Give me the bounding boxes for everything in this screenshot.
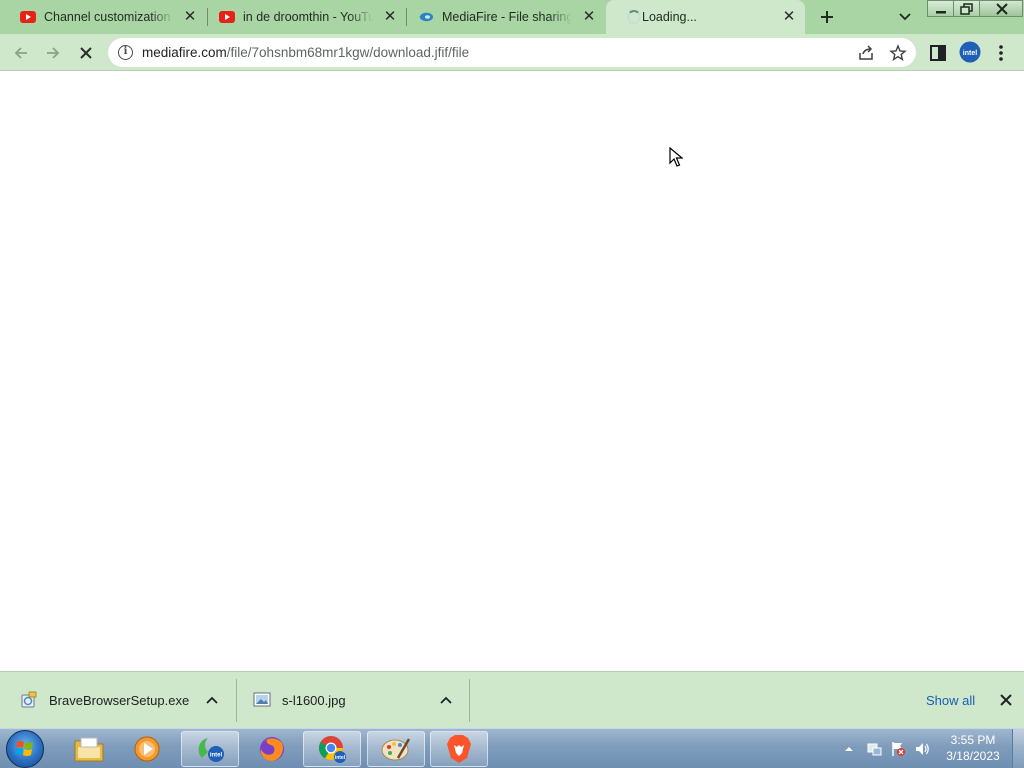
action-center-warning-icon[interactable] [890, 741, 906, 757]
start-button[interactable] [6, 730, 44, 768]
chevron-up-icon[interactable] [205, 694, 219, 706]
tab-title: Channel customization - [44, 10, 174, 24]
taskbar-brave[interactable] [430, 731, 488, 767]
svg-text:intel: intel [210, 753, 223, 759]
volume-icon[interactable] [914, 741, 930, 757]
network-icon[interactable] [866, 741, 882, 757]
restore-button[interactable] [953, 0, 980, 17]
star-icon [889, 44, 907, 62]
windows-taskbar: intel intel 3:55 PM 3/18/2023 [0, 728, 1024, 768]
image-file-icon [253, 692, 271, 707]
url-host: mediafire.com [142, 45, 227, 60]
taskbar-firefox[interactable] [243, 731, 301, 767]
tab-mediafire[interactable]: MediaFire - File sharing a ✕ [398, 0, 605, 34]
url-path: /file/7ohsnbm68mr1kgw/download.jfif/file [226, 45, 470, 60]
mouse-cursor-icon [669, 147, 683, 167]
tab-strip: Channel customization - ✕ in de droomthi… [0, 0, 1024, 34]
mediafire-icon [418, 9, 434, 25]
download-filename: s-l1600.jpg [282, 693, 346, 708]
clock-time: 3:55 PM [950, 733, 996, 747]
taskbar-explorer[interactable] [60, 731, 118, 767]
minimize-button[interactable] [927, 0, 954, 17]
close-icon[interactable]: ✕ [781, 9, 797, 25]
taskbar-chrome[interactable]: intel [303, 731, 361, 767]
download-separator [469, 679, 470, 722]
arrow-right-icon [47, 47, 60, 59]
profile-avatar[interactable]: intel [959, 41, 981, 63]
download-item-image[interactable]: s-l1600.jpg [237, 672, 469, 729]
svg-text:intel: intel [335, 755, 346, 761]
taskbar-media-player[interactable] [118, 731, 176, 767]
intel-profile-icon: intel [959, 41, 981, 63]
browser-menu-button[interactable] [993, 43, 1009, 63]
forward-button[interactable] [40, 40, 66, 66]
clock-date: 3/18/2023 [946, 749, 1000, 763]
close-icon [996, 3, 1008, 15]
address-url[interactable]: mediafire.com/file/7ohsnbm68mr1kgw/downl… [142, 38, 469, 67]
side-panel-button[interactable] [928, 43, 948, 63]
chevron-up-icon[interactable] [439, 694, 453, 706]
show-desktop-button[interactable] [1012, 729, 1024, 768]
tab-title: Loading... [642, 10, 697, 24]
youtube-icon [20, 9, 36, 25]
arrow-left-icon [14, 47, 27, 59]
show-hidden-icons-icon[interactable] [843, 743, 855, 755]
tab-search-button[interactable] [895, 8, 915, 26]
intel-app-icon: intel [198, 738, 224, 762]
close-icon[interactable]: ✕ [182, 9, 198, 25]
plus-icon [821, 11, 833, 23]
brave-lion-icon [447, 735, 471, 763]
tab-loading[interactable]: Loading... ✕ [606, 0, 805, 34]
folder-icon [74, 737, 104, 762]
tab-title: MediaFire - File sharing a [442, 10, 572, 24]
taskbar-paint[interactable] [367, 731, 425, 767]
loading-spinner-icon [626, 9, 642, 25]
chevron-down-icon [899, 13, 911, 21]
browser-toolbar: i mediafire.com/file/7ohsnbm68mr1kgw/dow… [0, 34, 1024, 71]
share-button[interactable] [857, 44, 875, 62]
address-bar[interactable]: i mediafire.com/file/7ohsnbm68mr1kgw/dow… [108, 38, 916, 67]
site-info-icon[interactable]: i [118, 45, 133, 60]
kebab-menu-icon [999, 45, 1003, 61]
paint-palette-icon [381, 738, 411, 761]
installer-icon [21, 691, 37, 708]
close-icon[interactable] [998, 692, 1014, 708]
restore-icon [960, 3, 973, 15]
taskbar-intel-app[interactable]: intel [181, 731, 239, 767]
show-all-downloads-link[interactable]: Show all [926, 672, 975, 729]
share-icon [859, 45, 873, 60]
tab-channel-customization[interactable]: Channel customization - ✕ [0, 0, 206, 34]
side-panel-icon [930, 45, 946, 61]
close-icon[interactable]: ✕ [581, 9, 597, 25]
media-player-icon [134, 736, 160, 762]
new-tab-button[interactable] [815, 5, 839, 29]
download-filename: BraveBrowserSetup.exe [49, 693, 190, 708]
tab-title: in de droomthin - YouTube [243, 10, 373, 24]
bookmark-button[interactable] [889, 44, 907, 62]
download-item-brave-setup[interactable]: BraveBrowserSetup.exe [0, 672, 236, 729]
download-shelf: BraveBrowserSetup.exe s-l1600.jpg Show a… [0, 671, 1024, 728]
close-icon[interactable]: ✕ [382, 9, 398, 25]
stop-icon [80, 47, 92, 59]
minimize-icon [936, 11, 946, 14]
youtube-icon [219, 9, 235, 25]
svg-text:intel: intel [963, 50, 977, 57]
windows-logo-icon [15, 741, 33, 756]
firefox-icon [260, 737, 284, 761]
page-content-blank [0, 71, 1024, 671]
chrome-icon: intel [318, 736, 346, 763]
tab-youtube-droomthin[interactable]: in de droomthin - YouTube ✕ [199, 0, 406, 34]
back-button[interactable] [8, 40, 34, 66]
window-close-button[interactable] [979, 0, 1023, 17]
taskbar-clock[interactable]: 3:55 PM 3/18/2023 [940, 732, 1006, 764]
stop-loading-button[interactable] [73, 40, 99, 66]
